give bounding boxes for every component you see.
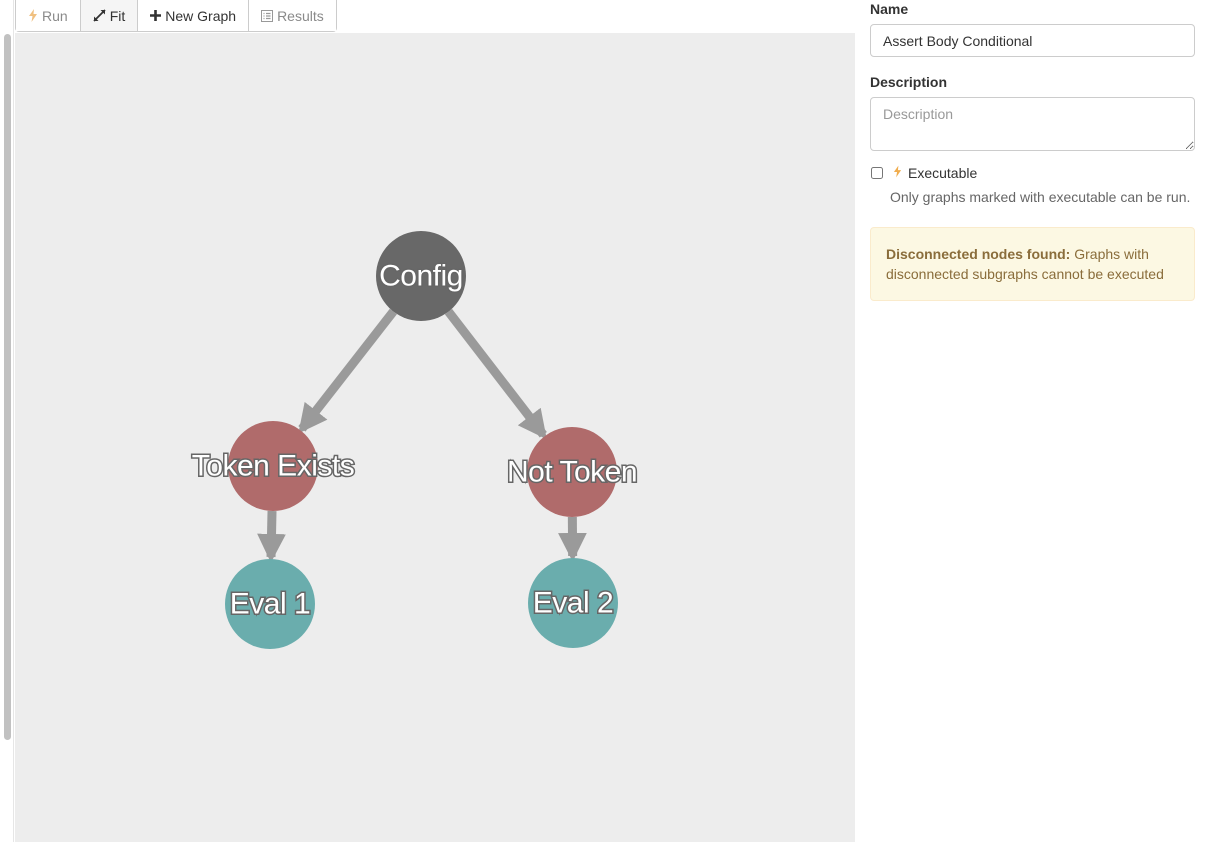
- alert-title: Disconnected nodes found:: [886, 246, 1071, 262]
- new-graph-button[interactable]: New Graph: [138, 0, 250, 31]
- new-graph-label: New Graph: [165, 7, 237, 24]
- plus-icon: [150, 10, 162, 21]
- description-textarea[interactable]: [870, 97, 1195, 151]
- name-input[interactable]: [870, 24, 1195, 57]
- graph-node-eval2[interactable]: Eval 2: [528, 558, 618, 648]
- bolt-icon: [893, 165, 902, 181]
- node-label: Config: [379, 260, 463, 293]
- executable-label: Executable: [908, 165, 978, 181]
- fit-button[interactable]: Fit: [80, 0, 139, 31]
- scrollbar-thumb[interactable]: [4, 34, 11, 740]
- graph-node-config[interactable]: Config: [376, 231, 466, 321]
- edge-token-exists-to-eval1[interactable]: [257, 510, 286, 563]
- node-label: Token Exists: [192, 450, 354, 483]
- graph-svg[interactable]: Config Token Exists Not Token Eval 1 Eval 2: [15, 33, 855, 842]
- disconnected-warning-alert: Disconnected nodes found: Graphs with di…: [870, 227, 1195, 301]
- results-label: Results: [277, 7, 324, 24]
- graph-canvas[interactable]: Config Token Exists Not Token Eval 1 Eval 2: [15, 33, 855, 842]
- edges-layer: [257, 308, 587, 563]
- executable-checkbox[interactable]: [871, 167, 883, 179]
- name-label: Name: [870, 1, 909, 17]
- nodes-layer: Config Token Exists Not Token Eval 1 Eval 2: [190, 231, 639, 649]
- node-label: Not Token: [507, 456, 637, 489]
- graph-toolbar: Run Fit New Graph Results: [15, 0, 337, 32]
- left-scrollbar[interactable]: [0, 0, 14, 842]
- bolt-icon: [28, 9, 38, 22]
- graph-node-token-exists[interactable]: Token Exists: [190, 421, 356, 511]
- edge-config-to-not-token[interactable]: [444, 308, 547, 440]
- run-button[interactable]: Run: [16, 0, 81, 31]
- list-alt-icon: [261, 9, 274, 22]
- expand-icon: [93, 9, 106, 22]
- properties-panel: Name Description Executable Only graphs …: [870, 0, 1195, 301]
- description-label: Description: [870, 74, 948, 90]
- edge-config-to-token-exists[interactable]: [298, 308, 397, 434]
- graph-node-eval1[interactable]: Eval 1: [225, 559, 315, 649]
- results-button[interactable]: Results: [249, 0, 336, 31]
- graph-editor-app: Run Fit New Graph Results Config Token E…: [0, 0, 1212, 842]
- fit-label: Fit: [109, 7, 126, 24]
- node-label: Eval 1: [230, 588, 310, 621]
- executable-help-text: Only graphs marked with executable can b…: [890, 189, 1191, 205]
- graph-node-not-token[interactable]: Not Token: [505, 427, 639, 517]
- run-label: Run: [42, 7, 68, 24]
- executable-row: Executable: [870, 165, 1195, 181]
- node-label: Eval 2: [533, 587, 613, 620]
